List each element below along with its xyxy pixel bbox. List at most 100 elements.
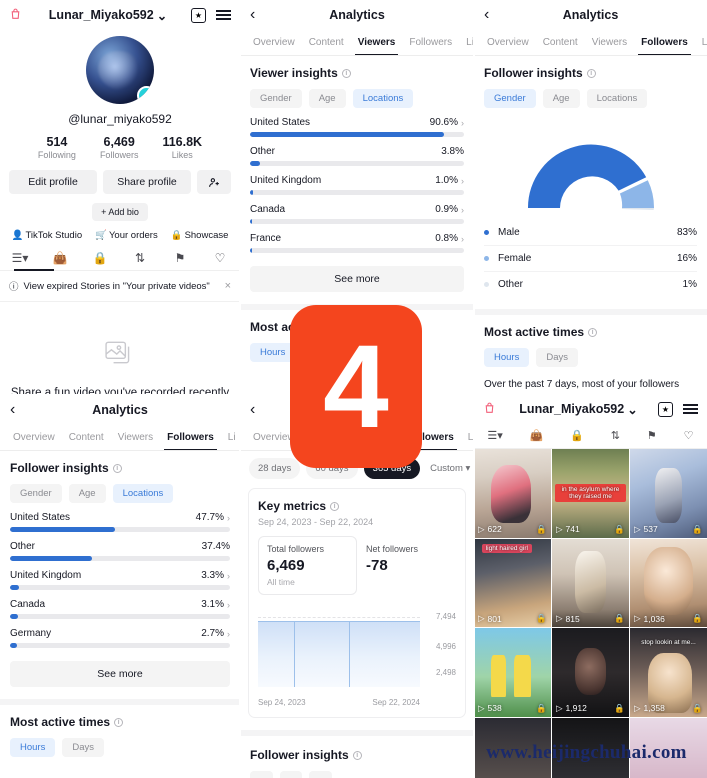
star-badge-icon[interactable]: ★	[191, 7, 206, 23]
table-row[interactable]: France 0.8% ›	[250, 233, 464, 253]
hamburger-menu-icon[interactable]	[683, 404, 698, 414]
stat-followers[interactable]: 6,469 Followers	[100, 135, 139, 160]
filter-custom[interactable]: Custom ▾	[426, 458, 474, 479]
list-item[interactable]: light haired girl ▷ 801 🔒	[474, 538, 551, 628]
quick-link-tiktok-studio[interactable]: 👤 TikTok Studio	[12, 230, 83, 241]
close-icon[interactable]: ×	[225, 280, 231, 292]
info-icon[interactable]: i	[114, 717, 124, 727]
tab-live[interactable]: Li	[221, 425, 240, 450]
edit-profile-button[interactable]: Edit profile	[9, 170, 97, 194]
add-bio-button[interactable]: + Add bio	[92, 203, 148, 221]
chip-locations[interactable]	[309, 771, 332, 778]
see-more-button[interactable]: See more	[10, 661, 230, 687]
tab-viewers[interactable]: Viewers	[351, 30, 403, 55]
shopping-bag-icon[interactable]	[483, 401, 499, 418]
list-item[interactable]: ▷ 537 🔒	[630, 449, 707, 538]
tab-reposts[interactable]: ⇅	[611, 429, 620, 442]
list-item[interactable]: stop lookin at me... ▷ 1,358 🔒	[630, 628, 707, 717]
table-row[interactable]: Germany 2.7% ›	[10, 628, 230, 648]
shopping-bag-icon[interactable]	[9, 7, 25, 24]
list-item[interactable]: ▷ 815 🔒	[552, 538, 629, 628]
tab-followers[interactable]: Followers	[402, 30, 459, 55]
chip-locations[interactable]: Locations	[352, 89, 414, 108]
table-row[interactable]: United States 90.6% ›	[250, 117, 464, 137]
stat-following[interactable]: 514 Following	[38, 135, 76, 160]
quick-link-showcase[interactable]: 🔒 Showcase	[171, 230, 229, 241]
star-badge-icon[interactable]: ★	[658, 401, 673, 417]
back-icon[interactable]: ‹	[250, 7, 255, 23]
tab-content[interactable]: Content	[302, 30, 351, 55]
chip-days[interactable]: Days	[62, 738, 104, 757]
chip-hours[interactable]: Hours	[250, 343, 296, 362]
tab-grid[interactable]: ☰▾	[487, 429, 502, 442]
info-icon[interactable]: i	[341, 68, 351, 78]
tab-tagged[interactable]: ⚑	[160, 251, 200, 265]
chip-age[interactable]: Age	[68, 484, 106, 503]
expired-stories-notice[interactable]: ⓘ View expired Stories in "Your private …	[0, 271, 240, 302]
back-icon[interactable]: ‹	[250, 402, 255, 418]
filter-28-days[interactable]: 28 days	[249, 458, 301, 479]
share-profile-button[interactable]: Share profile	[103, 170, 191, 194]
tab-live[interactable]: Li	[459, 30, 474, 55]
tab-live[interactable]: Li	[695, 30, 707, 55]
table-row[interactable]: United Kingdom 3.3% ›	[10, 570, 230, 590]
tab-followers[interactable]: Followers	[634, 30, 695, 55]
back-icon[interactable]: ‹	[10, 402, 15, 418]
tab-viewers[interactable]: Viewers	[585, 30, 634, 55]
tab-grid[interactable]: ☰​▾	[0, 251, 40, 265]
chip-locations[interactable]: Locations	[112, 484, 174, 503]
list-item[interactable]: ▷ 538 🔒	[474, 628, 551, 717]
tab-shop[interactable]: 👜	[40, 251, 80, 265]
tab-overview[interactable]: Overview	[6, 425, 62, 450]
tab-liked[interactable]: ♡	[684, 429, 694, 442]
chip-locations[interactable]: Locations	[586, 89, 648, 108]
list-item[interactable]: ▷ 1,912 🔒	[552, 628, 629, 717]
table-row[interactable]: United Kingdom 1.0% ›	[250, 175, 464, 195]
list-item[interactable]: ▷ 622 🔒	[474, 449, 551, 538]
tab-private[interactable]: 🔒	[80, 251, 120, 265]
tab-followers[interactable]: Followers	[160, 425, 221, 450]
stat-likes[interactable]: 116.8K Likes	[162, 135, 202, 160]
table-row[interactable]: United States 47.7% ›	[10, 512, 230, 532]
tab-content[interactable]: Content	[536, 30, 585, 55]
tab-overview[interactable]: Overview	[246, 30, 302, 55]
info-icon[interactable]: i	[112, 463, 122, 473]
info-icon[interactable]: i	[330, 501, 340, 511]
tab-private[interactable]: 🔒	[570, 429, 584, 442]
metric-total-followers[interactable]: Total followers 6,469 All time	[258, 536, 357, 595]
chip-gender[interactable]	[250, 771, 273, 778]
add-story-icon[interactable]: +	[137, 86, 154, 104]
tab-overview[interactable]: Overview	[480, 30, 536, 55]
tab-content[interactable]: Content	[62, 425, 111, 450]
info-icon[interactable]: i	[588, 327, 598, 337]
chip-gender[interactable]: Gender	[250, 89, 302, 108]
chip-hours[interactable]: Hours	[10, 738, 56, 757]
metric-net-followers[interactable]: Net followers -78	[357, 536, 456, 595]
info-icon[interactable]: i	[352, 750, 362, 760]
list-item[interactable]: in the asylum where they raised me ▷ 741…	[552, 449, 629, 538]
tab-liked[interactable]: ♡	[200, 251, 240, 265]
chip-days[interactable]: Days	[536, 348, 578, 367]
avatar[interactable]: +	[86, 36, 154, 104]
hamburger-menu-icon[interactable]	[216, 10, 231, 20]
chip-age[interactable]: Age	[308, 89, 346, 108]
tab-shop[interactable]: 👜	[530, 429, 544, 442]
chip-hours[interactable]: Hours	[484, 348, 530, 367]
profile-username[interactable]: Lunar_Miyako592 ⌄	[499, 402, 658, 417]
table-row[interactable]: Canada 3.1% ›	[10, 599, 230, 619]
chip-age[interactable]: Age	[542, 89, 580, 108]
info-icon[interactable]: i	[586, 68, 596, 78]
chip-gender[interactable]: Gender	[484, 89, 536, 108]
chip-gender[interactable]: Gender	[10, 484, 62, 503]
table-row[interactable]: Canada 0.9% ›	[250, 204, 464, 224]
tab-tagged[interactable]: ⚑	[647, 429, 657, 442]
back-icon[interactable]: ‹	[484, 7, 489, 23]
quick-link-your-orders[interactable]: 🛒 Your orders	[95, 230, 158, 241]
list-item[interactable]: ▷ 1,036 🔒	[630, 538, 707, 628]
tab-reposts[interactable]: ⇅	[120, 251, 160, 265]
add-friend-icon[interactable]	[197, 170, 231, 194]
tab-viewers[interactable]: Viewers	[111, 425, 160, 450]
see-more-button[interactable]: See more	[250, 266, 464, 292]
chip-age[interactable]	[279, 771, 303, 778]
profile-username[interactable]: Lunar_Miyako592 ⌄	[25, 8, 191, 23]
